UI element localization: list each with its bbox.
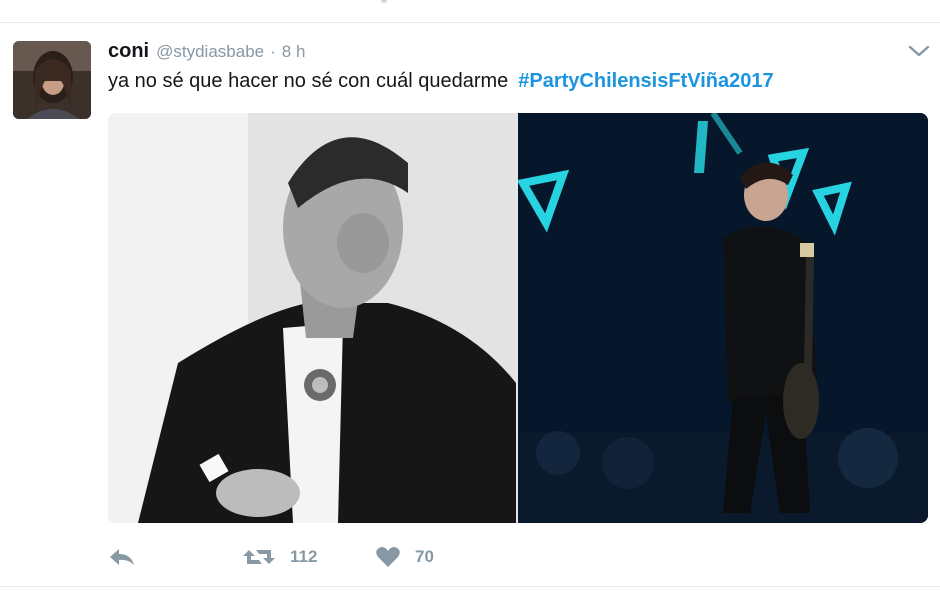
more-options-button[interactable] — [906, 40, 932, 62]
reply-icon — [110, 549, 134, 565]
portrait-photo-bw — [108, 113, 516, 523]
tweet-actions: 112 70 — [108, 540, 475, 574]
heart-icon — [376, 547, 400, 567]
like-button[interactable]: 70 — [375, 546, 475, 568]
author-name[interactable]: coni — [108, 40, 149, 63]
tweet-header: coni @stydiasbabe · 8 h — [108, 40, 305, 66]
top-indicator — [381, 0, 387, 3]
tweet-timestamp[interactable]: 8 h — [282, 42, 306, 62]
concert-photo — [518, 113, 928, 523]
like-count: 70 — [415, 547, 434, 566]
retweet-button[interactable]: 112 — [242, 546, 375, 568]
bottom-divider — [0, 586, 940, 587]
author-handle[interactable]: @stydiasbabe — [156, 42, 264, 62]
reply-button[interactable] — [108, 546, 242, 568]
header-separator: · — [270, 42, 276, 61]
avatar-portrait — [13, 41, 91, 119]
retweet-icon — [243, 550, 275, 564]
tweet-page: coni @stydiasbabe · 8 h ya no sé que hac… — [0, 0, 940, 590]
media-grid — [108, 113, 928, 523]
chevron-down-icon — [908, 45, 930, 57]
hashtag-link[interactable]: #PartyChilensisFtViña2017 — [518, 70, 773, 92]
photo-left[interactable] — [108, 113, 516, 523]
top-divider — [0, 22, 940, 23]
avatar[interactable] — [13, 41, 91, 119]
photo-right[interactable] — [518, 113, 928, 523]
tweet-text: ya no sé que hacer no sé con cuál quedar… — [108, 70, 774, 93]
retweet-count: 112 — [290, 547, 318, 566]
tweet-body: ya no sé que hacer no sé con cuál quedar… — [108, 70, 509, 92]
